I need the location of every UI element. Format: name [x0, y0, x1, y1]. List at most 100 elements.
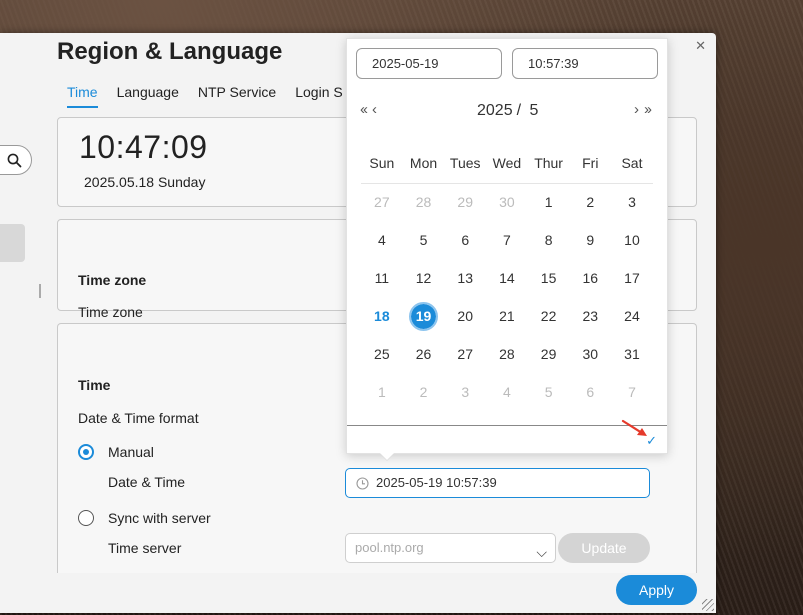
prev-year-icon[interactable]: ‹‹: [360, 101, 368, 118]
calendar-day[interactable]: 2: [569, 187, 611, 217]
next-month-icon[interactable]: ›: [634, 101, 639, 118]
annotation-arrow-icon: [621, 419, 647, 436]
apply-button[interactable]: Apply: [616, 575, 697, 605]
weekday-label: Wed: [492, 155, 522, 171]
current-date: 2025.05.18 Sunday: [84, 174, 206, 190]
update-button[interactable]: Update: [558, 533, 650, 563]
resize-grip[interactable]: [702, 599, 714, 611]
picker-footer: ✓: [347, 425, 667, 454]
tab-language[interactable]: Language: [117, 84, 179, 108]
calendar-day[interactable]: 26: [403, 339, 445, 369]
calendar-day[interactable]: 13: [444, 263, 486, 293]
calendar-day[interactable]: 6: [444, 225, 486, 255]
tab-login[interactable]: Login S: [295, 84, 342, 108]
calendar-day[interactable]: 22: [528, 301, 570, 331]
calendar-week: 25 26 27 28 29 30 31: [361, 339, 653, 369]
datetime-input-value: 2025-05-19 10:57:39: [376, 475, 497, 490]
calendar-day[interactable]: 6: [569, 377, 611, 407]
time-section-title: Time: [78, 377, 111, 393]
current-time: 10:47:09: [79, 129, 208, 165]
picker-year[interactable]: 2025: [477, 102, 513, 119]
calendar-day[interactable]: 1: [361, 377, 403, 407]
calendar-day[interactable]: 15: [528, 263, 570, 293]
calendar-day-today[interactable]: 18: [361, 301, 403, 331]
calendar-day[interactable]: 29: [528, 339, 570, 369]
manual-label: Manual: [108, 444, 154, 460]
tab-ntp-service[interactable]: NTP Service: [198, 84, 276, 108]
time-server-label: Time server: [108, 540, 182, 556]
calendar-day[interactable]: 9: [569, 225, 611, 255]
calendar-day[interactable]: 24: [611, 301, 653, 331]
calendar-week: 27 28 29 30 1 2 3: [361, 187, 653, 217]
calendar-day[interactable]: 21: [486, 301, 528, 331]
weekday-label: Thur: [534, 155, 563, 171]
date-picker-popup: 2025-05-19 10:57:39 ‹‹ ‹ 2025/ 5 › ›› Su…: [346, 38, 668, 454]
clock-icon: [356, 477, 369, 490]
calendar-day[interactable]: 28: [486, 339, 528, 369]
calendar-day[interactable]: 10: [611, 225, 653, 255]
calendar-day[interactable]: 4: [361, 225, 403, 255]
month-year-header: 2025/ 5: [475, 102, 540, 120]
calendar-day[interactable]: 12: [403, 263, 445, 293]
calendar-day[interactable]: 31: [611, 339, 653, 369]
search-icon: [7, 153, 22, 168]
calendar-day[interactable]: 8: [528, 225, 570, 255]
weekday-label: Mon: [409, 155, 438, 171]
splitter-handle[interactable]: [39, 284, 41, 298]
timezone-label: Time zone: [78, 304, 143, 320]
calendar-day[interactable]: 7: [611, 377, 653, 407]
calendar-week: 18 19 20 21 22 23 24: [361, 301, 653, 331]
calendar-week: 11 12 13 14 15 16 17: [361, 263, 653, 293]
calendar-day[interactable]: 30: [569, 339, 611, 369]
calendar-day[interactable]: 30: [486, 187, 528, 217]
chevron-down-icon: ⌵: [536, 544, 547, 560]
calendar-day[interactable]: 27: [361, 187, 403, 217]
datetime-input[interactable]: 2025-05-19 10:57:39: [345, 468, 650, 498]
calendar-day[interactable]: 20: [444, 301, 486, 331]
calendar-day[interactable]: 2: [403, 377, 445, 407]
calendar-day[interactable]: 11: [361, 263, 403, 293]
calendar-day[interactable]: 3: [611, 187, 653, 217]
calendar-day[interactable]: 1: [528, 187, 570, 217]
time-server-placeholder: pool.ntp.org: [355, 540, 424, 555]
picker-month[interactable]: 5: [530, 102, 539, 119]
calendar-day[interactable]: 7: [486, 225, 528, 255]
weekday-header: Sun Mon Tues Wed Thur Fri Sat: [361, 154, 653, 184]
picker-pointer: [380, 453, 394, 460]
calendar-day[interactable]: 14: [486, 263, 528, 293]
tab-time[interactable]: Time: [67, 84, 98, 108]
weekday-label: Sun: [369, 155, 395, 171]
tab-bar: Time Language NTP Service Login S: [67, 84, 362, 108]
manual-radio[interactable]: [78, 444, 94, 460]
datetime-label: Date & Time: [108, 474, 186, 490]
calendar-day[interactable]: 16: [569, 263, 611, 293]
timezone-section-title: Time zone: [78, 272, 147, 288]
calendar-day[interactable]: 4: [486, 377, 528, 407]
prev-month-icon[interactable]: ‹: [372, 101, 377, 118]
sync-radio[interactable]: [78, 510, 94, 526]
calendar-week: 1 2 3 4 5 6 7: [361, 377, 653, 407]
weekday-label: Fri: [582, 155, 599, 171]
next-year-icon[interactable]: ››: [644, 101, 652, 118]
calendar-day[interactable]: 5: [528, 377, 570, 407]
picker-date-input[interactable]: 2025-05-19: [356, 48, 502, 79]
weekday-label: Tues: [449, 155, 481, 171]
picker-time-input[interactable]: 10:57:39: [512, 48, 658, 79]
calendar-day[interactable]: 28: [403, 187, 445, 217]
calendar-day[interactable]: 29: [444, 187, 486, 217]
page-title: Region & Language: [57, 38, 283, 65]
sync-label: Sync with server: [108, 510, 211, 526]
calendar-day[interactable]: 23: [569, 301, 611, 331]
time-server-select[interactable]: pool.ntp.org ⌵: [345, 533, 556, 563]
calendar-day-selected[interactable]: 19: [403, 301, 445, 331]
search-button[interactable]: [0, 145, 32, 175]
calendar-day[interactable]: 27: [444, 339, 486, 369]
calendar-day[interactable]: 17: [611, 263, 653, 293]
sidebar-selected-item[interactable]: [0, 224, 25, 262]
weekday-label: Sat: [621, 155, 643, 171]
calendar-day[interactable]: 5: [403, 225, 445, 255]
calendar-day[interactable]: 25: [361, 339, 403, 369]
calendar-day[interactable]: 3: [444, 377, 486, 407]
selected-day-label: 19: [409, 302, 439, 331]
close-icon[interactable]: ✕: [695, 38, 706, 54]
